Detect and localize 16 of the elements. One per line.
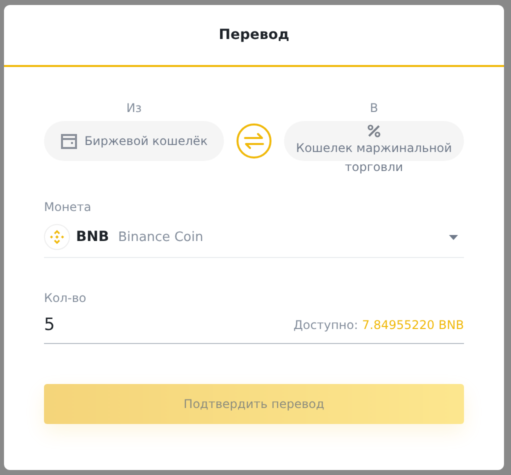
coin-select[interactable]: BNB Binance Coin xyxy=(44,217,464,258)
from-label: Из xyxy=(126,101,142,115)
amount-label: Кол-во xyxy=(44,291,88,305)
from-wallet-selector[interactable]: Биржевой кошелёк xyxy=(44,121,224,161)
to-wallet-name: Кошелек маржинальной торговли xyxy=(295,140,453,176)
to-label: В xyxy=(370,101,378,115)
dialog-title: Перевод xyxy=(218,27,290,43)
to-wallet-selector[interactable]: Кошелек маржинальной торговли xyxy=(284,121,464,177)
confirm-transfer-button[interactable]: Подтвердить перевод xyxy=(44,384,464,424)
coin-label: Монета xyxy=(44,200,92,214)
available-balance: 7.84955220 xyxy=(362,318,435,332)
available-label: Доступно: xyxy=(294,318,358,332)
coin-name: Binance Coin xyxy=(118,230,204,244)
coin-symbol: BNB xyxy=(76,229,110,245)
available-unit: BNB xyxy=(438,318,464,332)
amount-input[interactable]: 5 xyxy=(44,315,290,335)
